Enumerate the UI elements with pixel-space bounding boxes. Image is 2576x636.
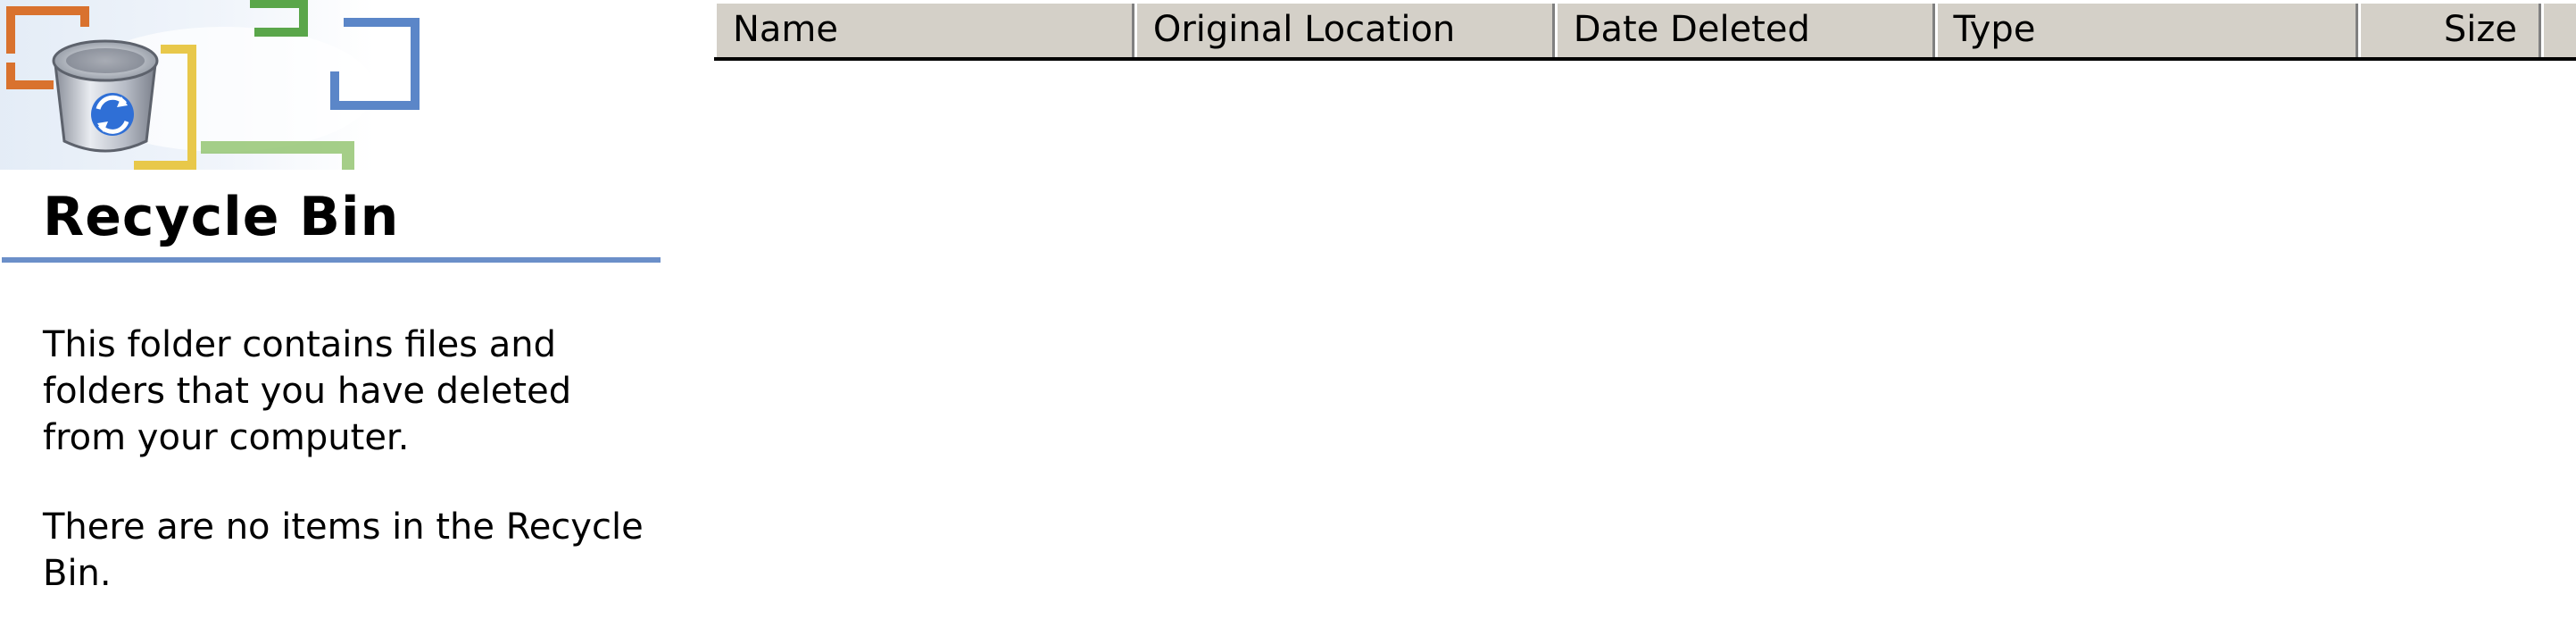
empty-message: There are no items in the Recycle Bin. [43,506,644,594]
column-header-size[interactable]: Size [2358,4,2541,57]
pane-title: Recycle Bin [43,186,400,248]
task-pane: Recycle Bin This folder contains files a… [0,0,661,636]
pane-divider [2,257,661,263]
column-header-bar: Name Original Location Date Deleted Type… [714,4,2576,61]
pane-banner [0,0,428,174]
column-header-name[interactable]: Name [714,4,1134,57]
recycle-bin-window: Recycle Bin This folder contains files a… [0,0,2576,636]
column-header-filler [2540,4,2576,57]
recycle-bin-icon [52,39,159,153]
column-header-type[interactable]: Type [1934,4,2359,57]
file-list[interactable]: Name Original Location Date Deleted Type… [714,0,2576,636]
folder-description: This folder contains files and folders t… [43,324,572,458]
column-header-date-deleted[interactable]: Date Deleted [1554,4,1935,57]
column-header-original-location[interactable]: Original Location [1134,4,1555,57]
